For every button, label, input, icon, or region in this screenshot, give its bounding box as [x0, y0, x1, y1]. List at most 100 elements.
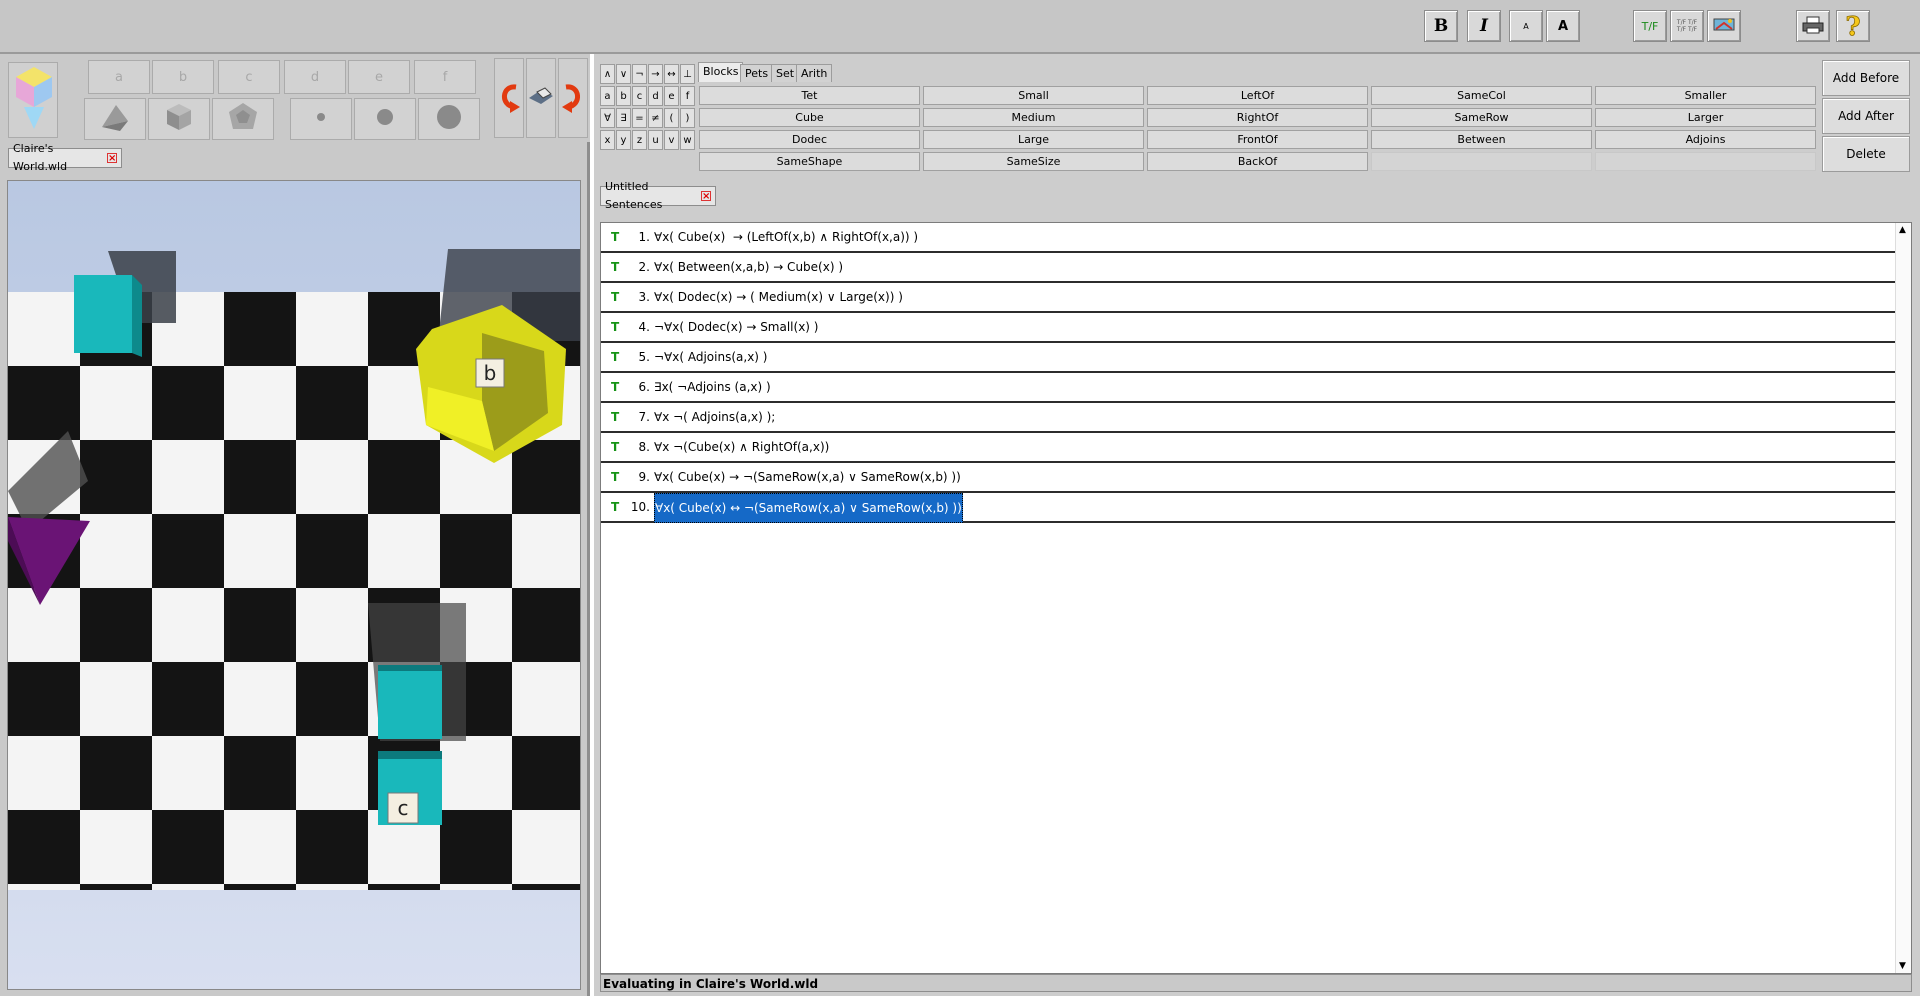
predicate-sameshape-button[interactable]: SameShape	[699, 152, 920, 171]
sentence-editor[interactable]: T 1. ∀x( Cube(x) → (LeftOf(x,b) ∧ RightOf(…	[600, 222, 1912, 974]
predicate-samerow-button[interactable]: SameRow	[1371, 108, 1592, 127]
size-large-button[interactable]	[418, 98, 480, 140]
predicate-cube-button[interactable]: Cube	[699, 108, 920, 127]
vertical-scrollbar[interactable]: ▲ ▼	[1895, 223, 1911, 973]
sentence-text[interactable]: ∀x( Between(x,a,b) → Cube(x) )	[654, 253, 843, 281]
name-button-f[interactable]: f	[414, 60, 476, 94]
symbol-button[interactable]: y	[616, 130, 631, 150]
sentence-text[interactable]: ∀x( Cube(x) ↔ ¬(SameRow(x,a) ∨ SameRow(x…	[654, 493, 963, 523]
symbol-button[interactable]: x	[600, 130, 615, 150]
sentence-row[interactable]: T 4. ¬∀x( Dodec(x) → Small(x) )	[601, 313, 1897, 343]
predicate-rightof-button[interactable]: RightOf	[1147, 108, 1368, 127]
sentences-tab[interactable]: Untitled Sentences ×	[600, 180, 716, 211]
sentence-text[interactable]: ∀x( Dodec(x) → ( Medium(x) ∨ Large(x)) )	[654, 283, 903, 311]
sentence-text[interactable]: ∀x( Cube(x) → ¬(SameRow(x,a) ∨ SameRow(x…	[654, 463, 961, 491]
cube-upper[interactable]	[378, 671, 442, 739]
name-button-b[interactable]: b	[152, 60, 214, 94]
symbol-button[interactable]: c	[632, 86, 647, 106]
predicate-dodec-button[interactable]: Dodec	[699, 130, 920, 149]
symbol-button[interactable]: d	[648, 86, 663, 106]
world-view[interactable]: b c	[7, 180, 581, 990]
predicate-adjoins-button[interactable]: Adjoins	[1595, 130, 1816, 149]
sentence-row[interactable]: T 10. ∀x( Cube(x) ↔ ¬(SameRow(x,a) ∨ SameR…	[601, 493, 1897, 523]
sentence-row[interactable]: T 6. ∃x( ¬Adjoins (a,x) )	[601, 373, 1897, 403]
symbol-button[interactable]: ¬	[632, 64, 647, 84]
predicate-backof-button[interactable]: BackOf	[1147, 152, 1368, 171]
symbol-button[interactable]: ∀	[600, 108, 615, 128]
delete-button[interactable]: Delete	[1822, 136, 1910, 172]
sentence-text[interactable]: ∀x( Cube(x) → (LeftOf(x,b) ∧ RightOf(x,a…	[654, 223, 918, 251]
sentence-text[interactable]: ∀x ¬( Adjoins(a,x) );	[654, 403, 775, 431]
sentence-row[interactable]: T 2. ∀x( Between(x,a,b) → Cube(x) )	[601, 253, 1897, 283]
symbol-button[interactable]: v	[664, 130, 679, 150]
sentence-text[interactable]: ∃x( ¬Adjoins (a,x) )	[654, 373, 771, 401]
sentence-row[interactable]: T 3. ∀x( Dodec(x) → ( Medium(x) ∨ Large(x)…	[601, 283, 1897, 313]
print-button[interactable]	[1796, 10, 1830, 42]
sentence-text[interactable]: ∀x ¬(Cube(x) ∧ RightOf(a,x))	[654, 433, 829, 461]
symbol-button[interactable]: z	[632, 130, 647, 150]
italic-button[interactable]: I	[1467, 10, 1501, 42]
symbol-button[interactable]: ∃	[616, 108, 631, 128]
view-2d-3d-button[interactable]	[526, 58, 556, 138]
predicate-samesize-button[interactable]: SameSize	[923, 152, 1144, 171]
tab-pets[interactable]: Pets	[740, 64, 774, 82]
symbol-button[interactable]: u	[648, 130, 663, 150]
symbol-button[interactable]: f	[680, 86, 695, 106]
name-button-e[interactable]: e	[348, 60, 410, 94]
sentence-text[interactable]: ¬∀x( Dodec(x) → Small(x) )	[654, 313, 818, 341]
sentence-row[interactable]: T 8. ∀x ¬(Cube(x) ∧ RightOf(a,x))	[601, 433, 1897, 463]
cube-top-left[interactable]	[74, 275, 132, 353]
tab-blocks[interactable]: Blocks	[698, 62, 744, 82]
rotate-left-button[interactable]	[494, 58, 524, 138]
sentence-row[interactable]: T 1. ∀x( Cube(x) → (LeftOf(x,b) ∧ RightOf(…	[601, 223, 1897, 253]
predicate-medium-button[interactable]: Medium	[923, 108, 1144, 127]
predicate-samecol-button[interactable]: SameCol	[1371, 86, 1592, 105]
symbol-button[interactable]: e	[664, 86, 679, 106]
symbol-button[interactable]: ≠	[648, 108, 663, 128]
symbol-button[interactable]: →	[648, 64, 663, 84]
block-color-picker[interactable]	[8, 62, 58, 138]
name-button-d[interactable]: d	[284, 60, 346, 94]
symbol-button[interactable]: )	[680, 108, 695, 128]
dodec-shape-button[interactable]	[212, 98, 274, 140]
predicate-large-button[interactable]: Large	[923, 130, 1144, 149]
size-small-button[interactable]	[290, 98, 352, 140]
scroll-down-icon[interactable]: ▼	[1899, 961, 1906, 971]
predicate-leftof-button[interactable]: LeftOf	[1147, 86, 1368, 105]
predicate-between-button[interactable]: Between	[1371, 130, 1592, 149]
world-tab[interactable]: Claire's World.wld ×	[8, 142, 122, 173]
tab-set[interactable]: Set	[771, 64, 800, 82]
font-smaller-button[interactable]: A	[1509, 10, 1543, 42]
close-icon[interactable]: ×	[107, 153, 117, 164]
help-button[interactable]: ?	[1836, 10, 1870, 42]
scroll-up-icon[interactable]: ▲	[1899, 225, 1906, 235]
predicate-tet-button[interactable]: Tet	[699, 86, 920, 105]
symbol-button[interactable]: w	[680, 130, 695, 150]
close-icon[interactable]: ×	[701, 191, 711, 202]
sentence-row[interactable]: T 7. ∀x ¬( Adjoins(a,x) );	[601, 403, 1897, 433]
symbol-button[interactable]: ∨	[616, 64, 631, 84]
symbol-button[interactable]: b	[616, 86, 631, 106]
font-larger-button[interactable]: A	[1546, 10, 1580, 42]
symbol-button[interactable]: ⊥	[680, 64, 695, 84]
tab-arith[interactable]: Arith	[796, 64, 833, 82]
symbol-button[interactable]: a	[600, 86, 615, 106]
name-button-c[interactable]: c	[218, 60, 280, 94]
sentence-text[interactable]: ¬∀x( Adjoins(a,x) )	[654, 343, 767, 371]
cube-shape-button[interactable]	[148, 98, 210, 140]
verify-sentence-button[interactable]: T/F	[1633, 10, 1667, 42]
sentence-row[interactable]: T 9. ∀x( Cube(x) → ¬(SameRow(x,a) ∨ SameRo…	[601, 463, 1897, 493]
predicate-smaller-button[interactable]: Smaller	[1595, 86, 1816, 105]
sentence-row[interactable]: T 5. ¬∀x( Adjoins(a,x) )	[601, 343, 1897, 373]
name-button-a[interactable]: a	[88, 60, 150, 94]
add-before-button[interactable]: Add Before	[1822, 60, 1910, 96]
bold-button[interactable]: B	[1424, 10, 1458, 42]
game-button[interactable]	[1707, 10, 1741, 42]
symbol-button[interactable]: (	[664, 108, 679, 128]
predicate-small-button[interactable]: Small	[923, 86, 1144, 105]
add-after-button[interactable]: Add After	[1822, 98, 1910, 134]
symbol-button[interactable]: ∧	[600, 64, 615, 84]
tet-shape-button[interactable]	[84, 98, 146, 140]
predicate-larger-button[interactable]: Larger	[1595, 108, 1816, 127]
rotate-right-button[interactable]	[558, 58, 588, 138]
